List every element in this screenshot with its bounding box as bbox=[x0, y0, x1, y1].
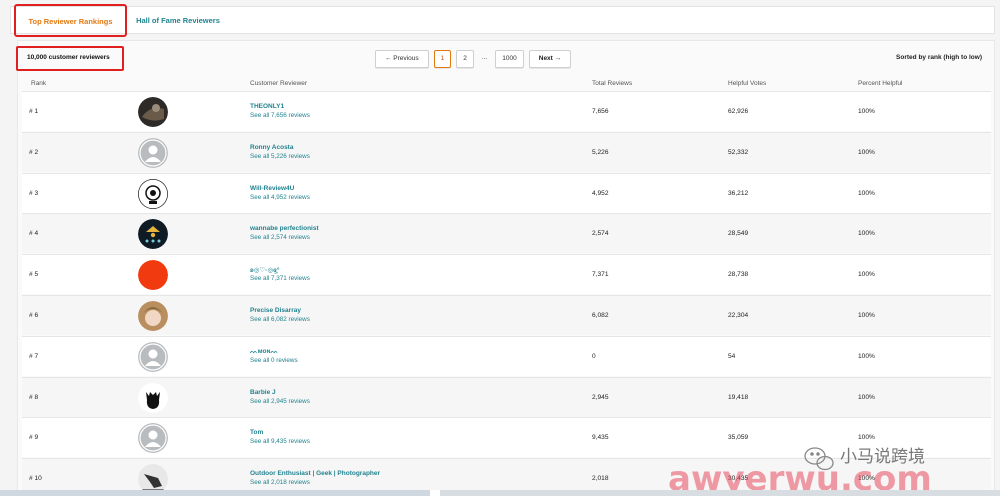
total-reviews-value: 5,226 bbox=[592, 148, 609, 156]
reviewer-name-link[interactable]: Tom bbox=[250, 429, 263, 436]
table-row: # 3 Will-Review4U See all 4,952 reviews 4,9… bbox=[22, 172, 991, 213]
percent-helpful-value: 100% bbox=[858, 189, 875, 197]
see-all-reviews-link[interactable]: See all 7,656 reviews bbox=[250, 112, 310, 119]
tab-bar: Top Reviewer Rankings Hall of Fame Revie… bbox=[10, 4, 995, 37]
total-reviews-value: 2,574 bbox=[592, 230, 609, 238]
see-all-reviews-link[interactable]: See all 0 reviews bbox=[250, 357, 298, 364]
avatar[interactable] bbox=[138, 260, 168, 291]
total-reviews-value: 0 bbox=[592, 352, 596, 360]
helpful-votes-value: 52,332 bbox=[728, 148, 749, 156]
helpful-votes-value: 30,435 bbox=[728, 475, 749, 483]
avatar[interactable] bbox=[138, 382, 168, 413]
avatar[interactable] bbox=[138, 219, 168, 250]
reviewer-name-link[interactable]: Barbie J bbox=[250, 389, 276, 396]
table-row: # 7 ᨓᴍᴏɴᨓ See all 0 reviews 0 54 100% bbox=[22, 335, 991, 376]
table-row: # 9 Tom See all 9,435 reviews 9,435 35,059 10… bbox=[22, 417, 991, 458]
total-reviews-value: 2,018 bbox=[592, 475, 609, 483]
table-row: # 1 THEONLY1 See all 7,656 reviews 7,656 62,… bbox=[22, 91, 991, 131]
total-reviews-value: 7,371 bbox=[592, 271, 609, 279]
rank-value: # 1 bbox=[29, 108, 39, 115]
reviewer-count: 10,000 customer reviewers bbox=[16, 46, 124, 71]
sort-order-label: Sorted by rank (high to low) bbox=[896, 54, 982, 61]
table-row: # 5 ʚ◎♡◦◎ɞ̥̥̥° See all 7,371 reviews 7,371 2… bbox=[22, 254, 991, 295]
reviewer-name-link[interactable]: wannabe perfectionist bbox=[250, 225, 319, 232]
table-row: # 6 Precise Disarray See all 6,082 reviews… bbox=[22, 295, 991, 335]
see-all-reviews-link[interactable]: See all 7,371 reviews bbox=[250, 275, 310, 282]
helpful-votes-value: 62,926 bbox=[728, 108, 749, 115]
table-row: # 8 Barbie J See all 2,945 reviews 2,945 19,… bbox=[22, 376, 991, 417]
see-all-reviews-link[interactable]: See all 2,574 reviews bbox=[250, 234, 310, 241]
rank-value: # 3 bbox=[29, 189, 39, 197]
reviewer-name-link[interactable]: Precise Disarray bbox=[250, 307, 301, 314]
see-all-reviews-link[interactable]: See all 5,226 reviews bbox=[250, 153, 310, 160]
percent-helpful-value: 100% bbox=[858, 108, 875, 115]
reviewer-name-link[interactable]: ʚ◎♡◦◎ɞ̥̥̥° bbox=[250, 266, 279, 274]
avatar[interactable] bbox=[138, 97, 168, 127]
table-row: # 2 Ronny Acosta See all 5,226 reviews 5,22… bbox=[22, 131, 991, 172]
avatar[interactable] bbox=[138, 341, 168, 372]
helpful-votes-value: 36,212 bbox=[728, 189, 749, 197]
rank-value: # 6 bbox=[29, 312, 39, 319]
column-customer-reviewer: Customer Reviewer bbox=[250, 80, 308, 87]
percent-helpful-value: 100% bbox=[858, 434, 875, 442]
helpful-votes-value: 19,418 bbox=[728, 393, 749, 401]
helpful-votes-value: 35,059 bbox=[728, 434, 749, 442]
total-reviews-value: 4,952 bbox=[592, 189, 609, 197]
column-rank: Rank bbox=[31, 80, 47, 87]
helpful-votes-value: 54 bbox=[728, 352, 736, 360]
helpful-votes-value: 22,304 bbox=[728, 312, 749, 319]
total-reviews-value: 9,435 bbox=[592, 434, 609, 442]
rank-value: # 8 bbox=[29, 393, 39, 401]
rank-value: # 4 bbox=[29, 230, 39, 238]
page-last-button[interactable]: 1000 bbox=[495, 50, 524, 68]
total-reviews-value: 6,082 bbox=[592, 312, 609, 319]
rank-value: # 10 bbox=[29, 475, 42, 483]
percent-helpful-value: 100% bbox=[858, 393, 875, 401]
tab-hall-of-fame-reviewers[interactable]: Hall of Fame Reviewers bbox=[128, 7, 228, 35]
percent-helpful-value: 100% bbox=[858, 271, 875, 279]
page-2-button[interactable]: 2 bbox=[456, 50, 474, 68]
percent-helpful-value: 100% bbox=[858, 352, 875, 360]
rank-value: # 5 bbox=[29, 271, 39, 279]
helpful-votes-value: 28,738 bbox=[728, 271, 749, 279]
see-all-reviews-link[interactable]: See all 9,435 reviews bbox=[250, 438, 310, 445]
helpful-votes-value: 28,549 bbox=[728, 230, 749, 238]
previous-page-button[interactable]: ← Previous bbox=[375, 50, 429, 68]
rank-value: # 9 bbox=[29, 434, 39, 442]
next-page-button[interactable]: Next → bbox=[528, 50, 572, 68]
bottom-scroll-strip bbox=[0, 490, 1000, 496]
pagination: ← Previous 1 2 ... 1000 Next → bbox=[375, 50, 572, 68]
rank-value: # 2 bbox=[29, 148, 39, 156]
column-helpful-votes: Helpful Votes bbox=[728, 80, 767, 87]
reviewer-name-link[interactable]: Ronny Acosta bbox=[250, 144, 293, 151]
total-reviews-value: 7,656 bbox=[592, 108, 609, 115]
total-reviews-value: 2,945 bbox=[592, 393, 609, 401]
see-all-reviews-link[interactable]: See all 2,945 reviews bbox=[250, 398, 310, 405]
see-all-reviews-link[interactable]: See all 4,952 reviews bbox=[250, 194, 310, 201]
see-all-reviews-link[interactable]: See all 6,082 reviews bbox=[250, 316, 310, 323]
percent-helpful-value: 100% bbox=[858, 230, 875, 238]
avatar[interactable] bbox=[138, 423, 168, 454]
pagination-ellipsis: ... bbox=[481, 54, 488, 61]
reviewer-name-link[interactable]: Will-Review4U bbox=[250, 185, 294, 192]
reviewer-name-link[interactable]: THEONLY1 bbox=[250, 103, 284, 110]
avatar[interactable] bbox=[138, 301, 168, 331]
avatar[interactable] bbox=[138, 178, 168, 209]
column-total-reviews: Total Reviews bbox=[592, 80, 633, 87]
rankings-panel: 10,000 customer reviewers ← Previous 1 2… bbox=[16, 40, 995, 496]
table-row: # 4 wannabe perfectionist See all 2,574 re… bbox=[22, 213, 991, 254]
percent-helpful-value: 100% bbox=[858, 148, 875, 156]
rank-value: # 7 bbox=[29, 352, 39, 360]
tab-top-reviewer-rankings[interactable]: Top Reviewer Rankings bbox=[14, 4, 127, 37]
percent-helpful-value: 100% bbox=[858, 475, 875, 483]
page-1-button[interactable]: 1 bbox=[433, 50, 452, 68]
reviewer-name-link[interactable]: ᨓᴍᴏɴᨓ bbox=[250, 348, 278, 356]
see-all-reviews-link[interactable]: See all 2,018 reviews bbox=[250, 479, 310, 486]
column-percent-helpful: Percent Helpful bbox=[858, 80, 903, 87]
reviewer-name-link[interactable]: Outdoor Enthusiast | Geek | Photographer bbox=[250, 470, 380, 477]
avatar[interactable] bbox=[138, 137, 168, 168]
percent-helpful-value: 100% bbox=[858, 312, 875, 319]
